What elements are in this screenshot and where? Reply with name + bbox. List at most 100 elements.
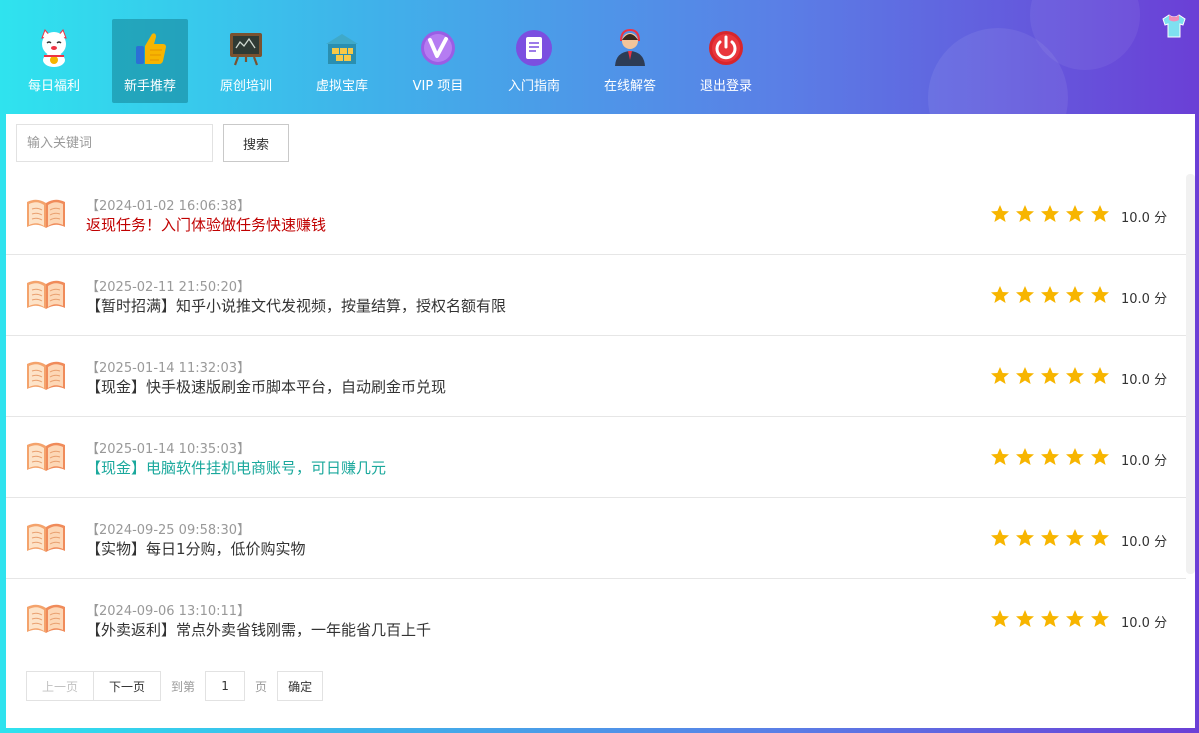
rating-stars (990, 204, 1115, 224)
lucky-cat-icon (41, 29, 67, 67)
star-icon (991, 205, 1009, 222)
star-icon (1016, 286, 1034, 303)
star-icon (991, 286, 1009, 303)
nav-item-label: 每日福利 (27, 79, 80, 94)
star-icon (1041, 367, 1059, 384)
star-icon (1016, 448, 1034, 465)
nav-item-original-training[interactable]: 原创培训 (208, 19, 284, 103)
nav-item-label: 入门指南 (507, 79, 560, 94)
star-icon (1041, 610, 1059, 627)
book-icon (27, 199, 65, 228)
item-score: 10.0 分 (1121, 373, 1168, 388)
confirm-page-button[interactable]: 确定 (277, 671, 324, 701)
list-item[interactable]: 【2025-01-14 10:35:03】 【现金】电脑软件挂机电商账号，可日赚几… (6, 417, 1186, 498)
nav-item-daily-welfare[interactable]: 每日福利 (16, 19, 92, 103)
search-input[interactable] (16, 124, 213, 162)
article-list: 【2024-01-02 16:06:38】 返现任务！入门体验做任务快速赚钱 10.… (6, 174, 1186, 660)
star-icon (1091, 448, 1109, 465)
scrollbar[interactable] (1186, 174, 1195, 574)
item-score: 10.0 分 (1121, 454, 1168, 469)
nav-item-online-answer[interactable]: 在线解答 (592, 19, 668, 103)
nav-item-label: 原创培训 (219, 79, 272, 94)
item-title[interactable]: 【实物】每日1分购，低价购实物 (86, 538, 306, 559)
item-date: 【2024-09-06 13:10:11】 (86, 604, 251, 619)
star-icon (1066, 610, 1084, 627)
item-title[interactable]: 【外卖返利】常点外卖省钱刚需，一年能省几百上千 (86, 619, 431, 640)
page-number-input[interactable] (205, 671, 246, 701)
list-item[interactable]: 【2024-01-02 16:06:38】 返现任务！入门体验做任务快速赚钱 10.… (6, 174, 1186, 255)
star-icon (1091, 367, 1109, 384)
document-icon (516, 30, 552, 66)
star-icon (1016, 610, 1034, 627)
star-icon (1066, 286, 1084, 303)
star-icon (1041, 448, 1059, 465)
nav-item-label: 虚拟宝库 (315, 79, 368, 94)
thumbs-up-icon (136, 33, 166, 64)
star-icon (1066, 448, 1084, 465)
star-icon (1066, 529, 1084, 546)
list-item[interactable]: 【2025-01-14 11:32:03】 【现金】快手极速版刷金币脚本平台，自动… (6, 336, 1186, 417)
star-icon (1066, 367, 1084, 384)
item-title[interactable]: 【现金】电脑软件挂机电商账号，可日赚几元 (86, 457, 386, 478)
shirt-icon[interactable] (1160, 12, 1188, 40)
vip-icon (421, 31, 455, 65)
prev-page-button[interactable]: 上一页 (26, 671, 95, 701)
star-icon (1041, 286, 1059, 303)
item-score: 10.0 分 (1121, 616, 1168, 631)
nav-item-logout[interactable]: 退出登录 (688, 19, 764, 103)
rating-stars (990, 285, 1115, 305)
nav-item-beginner-recommend[interactable]: 新手推荐 (112, 19, 188, 103)
nav-item-label: 新手推荐 (123, 79, 176, 94)
support-agent-icon (615, 28, 645, 66)
star-icon (1066, 205, 1084, 222)
power-icon (709, 31, 743, 65)
star-icon (991, 610, 1009, 627)
content-panel: 搜索 【2024-01-02 16:06:38】返现任务！入门体验做任务快速赚钱… (6, 114, 1195, 728)
blackboard-icon (230, 33, 262, 66)
star-icon (991, 367, 1009, 384)
item-score: 10.0 分 (1121, 535, 1168, 550)
list-item[interactable]: 【2024-09-06 13:10:11】 【外卖返利】常点外卖省钱刚需，一年能省… (6, 579, 1186, 660)
rating-stars (990, 609, 1115, 629)
item-date: 【2025-01-14 11:32:03】 (86, 361, 251, 376)
book-icon (27, 361, 65, 390)
item-date: 【2024-09-25 09:58:30】 (86, 523, 251, 538)
book-icon (27, 280, 65, 309)
item-title[interactable]: 返现任务！入门体验做任务快速赚钱 (86, 214, 326, 235)
list-item[interactable]: 【2024-09-25 09:58:30】 【实物】每日1分购，低价购实物 10.0… (6, 498, 1186, 579)
star-icon (991, 529, 1009, 546)
page-suffix-label: 页 (255, 679, 268, 694)
item-score: 10.0 分 (1121, 211, 1168, 226)
pagination: 上一页 下一页 到第 页 确定 (26, 671, 324, 701)
item-date: 【2024-01-02 16:06:38】 (86, 199, 251, 214)
nav-item-label: VIP 项目 (412, 79, 464, 94)
star-icon (1041, 205, 1059, 222)
book-icon (27, 442, 65, 471)
nav-item-getting-started[interactable]: 入门指南 (496, 19, 572, 103)
treasure-chest-icon (326, 34, 358, 64)
rating-stars (990, 366, 1115, 386)
star-icon (1091, 205, 1109, 222)
star-icon (1016, 529, 1034, 546)
item-title[interactable]: 【暂时招满】知乎小说推文代发视频，按量结算，授权名额有限 (86, 295, 506, 316)
item-date: 【2025-02-11 21:50:20】 (86, 280, 251, 295)
search-button[interactable]: 搜索 (223, 124, 289, 162)
book-icon (27, 604, 65, 633)
nav-item-virtual-treasury[interactable]: 虚拟宝库 (304, 19, 380, 103)
item-date: 【2025-01-14 10:35:03】 (86, 442, 251, 457)
star-icon (1016, 367, 1034, 384)
star-icon (1091, 529, 1109, 546)
star-icon (1091, 610, 1109, 627)
nav-item-label: 在线解答 (603, 79, 656, 94)
star-icon (1041, 529, 1059, 546)
rating-stars (990, 447, 1115, 467)
item-title[interactable]: 【现金】快手极速版刷金币脚本平台，自动刷金币兑现 (86, 376, 446, 397)
rating-stars (990, 528, 1115, 548)
goto-label: 到第 (171, 679, 196, 694)
item-score: 10.0 分 (1121, 292, 1168, 307)
nav-item-vip-project[interactable]: VIP 项目 (400, 19, 476, 103)
list-item[interactable]: 【2025-02-11 21:50:20】 【暂时招满】知乎小说推文代发视频，按量… (6, 255, 1186, 336)
next-page-button[interactable]: 下一页 (94, 671, 162, 701)
top-nav: 每日福利 新手推荐 原创培训 虚拟宝库 VIP 项目 入门指南 在线解答 退出登… (16, 19, 784, 103)
book-icon (27, 523, 65, 552)
